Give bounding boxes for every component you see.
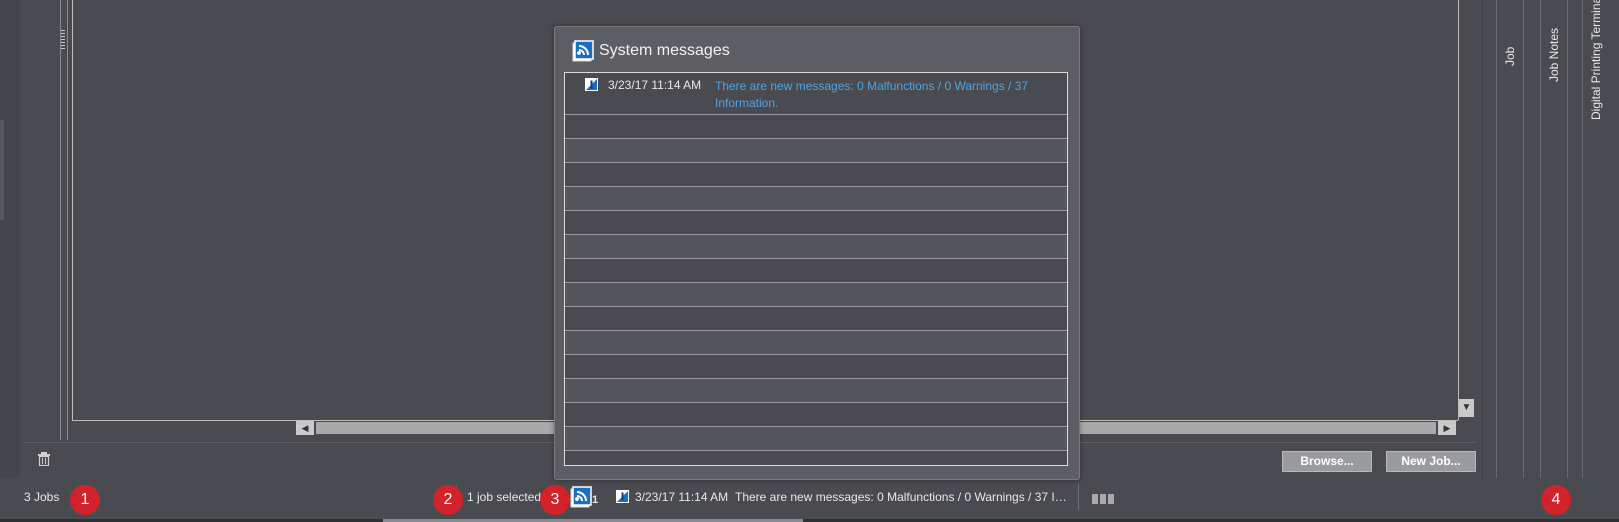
- tab-job-label: Job: [1503, 46, 1517, 66]
- tab-digital-printing-terminal-label: Digital Printing Terminal: [1589, 0, 1603, 120]
- system-messages-icon: [572, 40, 594, 62]
- empty-message-row: [565, 403, 1067, 427]
- scroll-right-arrow-icon[interactable]: ▶: [1438, 421, 1456, 435]
- callout-badge-1: 1: [70, 485, 100, 515]
- empty-message-row: [565, 307, 1067, 331]
- empty-message-row: [565, 235, 1067, 259]
- message-count: 1: [592, 494, 599, 506]
- info-icon: [616, 490, 629, 503]
- empty-message-row: [565, 379, 1067, 403]
- message-row[interactable]: 3/23/17 11:14 AM There are new messages:…: [565, 73, 1067, 115]
- callout-badge-2: 2: [433, 485, 463, 515]
- empty-message-row: [565, 139, 1067, 163]
- empty-message-row: [565, 331, 1067, 355]
- activity-indicator-icon: [1092, 491, 1116, 504]
- empty-message-row: [565, 163, 1067, 187]
- callout-badge-4: 4: [1541, 485, 1571, 515]
- message-text[interactable]: There are new messages: 0 Malfunctions /…: [715, 78, 1045, 112]
- scroll-down-arrow-icon[interactable]: ▼: [1459, 399, 1474, 417]
- tab-job-notes-label: Job Notes: [1547, 27, 1561, 82]
- scroll-left-arrow-icon[interactable]: ◀: [296, 421, 314, 435]
- browse-button[interactable]: Browse...: [1282, 451, 1372, 472]
- last-message-date: 3/23/17 11:14 AM: [635, 490, 729, 504]
- selection-status: 1 job selected: [467, 490, 542, 504]
- empty-message-row: [565, 187, 1067, 211]
- tab-job-notes[interactable]: Job Notes: [1540, 0, 1568, 479]
- empty-message-row: [565, 355, 1067, 379]
- info-icon: [585, 78, 598, 91]
- panel-splitter[interactable]: [60, 0, 68, 440]
- vertical-scrollbar[interactable]: [1458, 0, 1475, 420]
- new-job-button[interactable]: New Job...: [1386, 451, 1476, 472]
- splitter-grip-icon[interactable]: [61, 30, 65, 50]
- message-date: 3/23/17 11:14 AM: [608, 78, 702, 92]
- callout-badge-3: 3: [540, 485, 570, 515]
- tab-digital-printing-terminal[interactable]: Digital Printing Terminal: [1582, 0, 1619, 479]
- job-count: 3 Jobs: [24, 490, 60, 504]
- last-message-text[interactable]: There are new messages: 0 Malfunctions /…: [735, 490, 1073, 504]
- dialog-title: System messages: [599, 42, 730, 59]
- empty-message-row: [565, 211, 1067, 235]
- empty-message-row: [565, 259, 1067, 283]
- message-list[interactable]: 3/23/17 11:14 AM There are new messages:…: [564, 72, 1068, 466]
- empty-message-row: [565, 115, 1067, 139]
- trash-icon[interactable]: [38, 452, 50, 466]
- left-panel-accent: [0, 120, 4, 220]
- tab-job[interactable]: Job: [1496, 0, 1524, 479]
- empty-message-row: [565, 283, 1067, 307]
- status-separator: [1078, 484, 1079, 510]
- empty-message-row: [565, 427, 1067, 451]
- system-messages-icon[interactable]: [570, 486, 592, 508]
- left-panel-strip: [0, 0, 20, 478]
